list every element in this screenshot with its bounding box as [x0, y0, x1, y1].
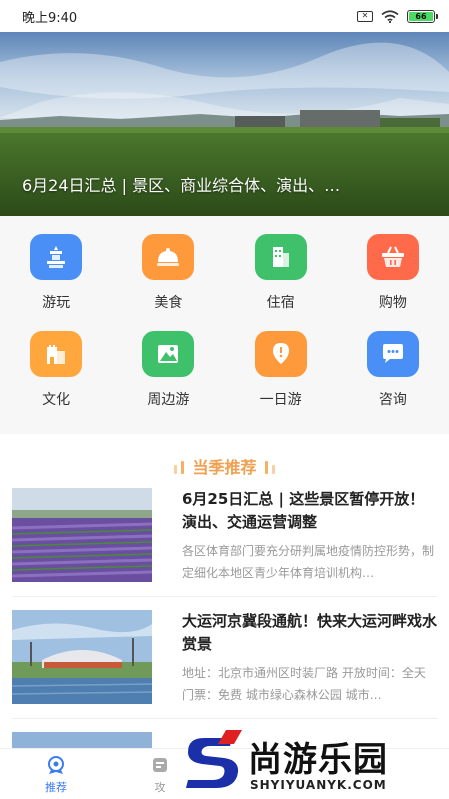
basket-icon	[366, 234, 419, 280]
battery-icon: 66	[407, 9, 438, 23]
wifi-icon	[381, 9, 399, 23]
mountain-icon	[142, 331, 195, 377]
category-label: 游玩	[42, 295, 71, 311]
watermark: 尚游乐园 SHYIYUANYK.COM	[178, 728, 446, 798]
seasonal-section: 当季推荐 6月25日汇总 | 这些景区暂停开放！演出、交通运营调整 各区体育部门…	[0, 440, 449, 760]
recommend-icon	[48, 756, 64, 774]
banner-caption[interactable]: 6月24日汇总 | 景区、商业综合体、演出、…	[22, 172, 422, 196]
article-thumbnail	[12, 488, 152, 582]
watermark-url: SHYIYUANYK.COM	[250, 778, 387, 792]
right-bars-icon	[263, 459, 277, 478]
category-label: 文化	[42, 392, 71, 408]
watermark-text: 尚游乐园	[248, 740, 388, 780]
status-time: 晚上9:40	[22, 10, 78, 26]
divider	[12, 596, 437, 597]
section-title: 当季推荐	[192, 458, 257, 477]
battery-level: 66	[409, 11, 433, 21]
article-card[interactable]: 6月25日汇总 | 这些景区暂停开放！演出、交通运营调整 各区体育部门要充分研判…	[12, 488, 437, 584]
chat-bubble-icon	[366, 331, 419, 377]
nav-label: 推荐	[45, 781, 67, 794]
category-lodging[interactable]: 住宿	[225, 234, 337, 331]
guide-icon	[153, 758, 167, 772]
article-description: 各区体育部门要充分研判属地疫情防控形势，制定细化本地区青少年体育培训机构…	[182, 544, 435, 580]
category-nearby[interactable]: 周边游	[112, 331, 224, 428]
article-card[interactable]: 大运河京冀段通航！快来大运河畔戏水赏景 地址：北京市通州区时装厂路 开放时间：全…	[12, 610, 437, 706]
category-label: 美食	[154, 295, 183, 311]
category-play[interactable]: 游玩	[0, 234, 112, 331]
category-culture[interactable]: 文化	[0, 331, 112, 428]
location-pin-icon	[254, 331, 307, 377]
left-bars-icon	[172, 459, 186, 478]
temple-icon	[30, 234, 83, 280]
category-consult[interactable]: 咨询	[337, 331, 449, 428]
status-bar: 晚上9:40 ✕ 66	[0, 0, 449, 32]
nav-label: 攻	[154, 781, 166, 794]
nav-recommend[interactable]: 推荐	[26, 755, 86, 795]
category-label: 住宿	[266, 295, 295, 311]
cloche-icon	[142, 234, 195, 280]
status-icons: ✕ 66	[357, 9, 438, 23]
castle-icon	[30, 331, 83, 377]
article-title[interactable]: 6月25日汇总 | 这些景区暂停开放！演出、交通运营调整	[182, 488, 437, 534]
category-label: 咨询	[378, 392, 407, 408]
article-title[interactable]: 大运河京冀段通航！快来大运河畔戏水赏景	[182, 610, 437, 656]
category-label: 周边游	[147, 392, 190, 408]
no-sim-icon: ✕	[357, 10, 373, 22]
watermark-logo-icon	[186, 730, 242, 788]
category-grid: 游玩 美食 住宿 购物 文化 周边游 一日游 咨询	[0, 216, 449, 434]
divider	[12, 718, 437, 719]
hero-banner[interactable]: 6月24日汇总 | 景区、商业综合体、演出、…	[0, 32, 449, 216]
category-shopping[interactable]: 购物	[337, 234, 449, 331]
article-description: 地址：北京市通州区时装厂路 开放时间：全天 门票：免费 城市绿心森林公园 城市…	[182, 666, 426, 702]
article-thumbnail	[12, 610, 152, 704]
section-header: 当季推荐	[0, 454, 449, 478]
building-icon	[254, 234, 307, 280]
category-label: 购物	[378, 295, 407, 311]
category-label: 一日游	[259, 392, 302, 408]
category-day-trip[interactable]: 一日游	[225, 331, 337, 428]
category-food[interactable]: 美食	[112, 234, 224, 331]
